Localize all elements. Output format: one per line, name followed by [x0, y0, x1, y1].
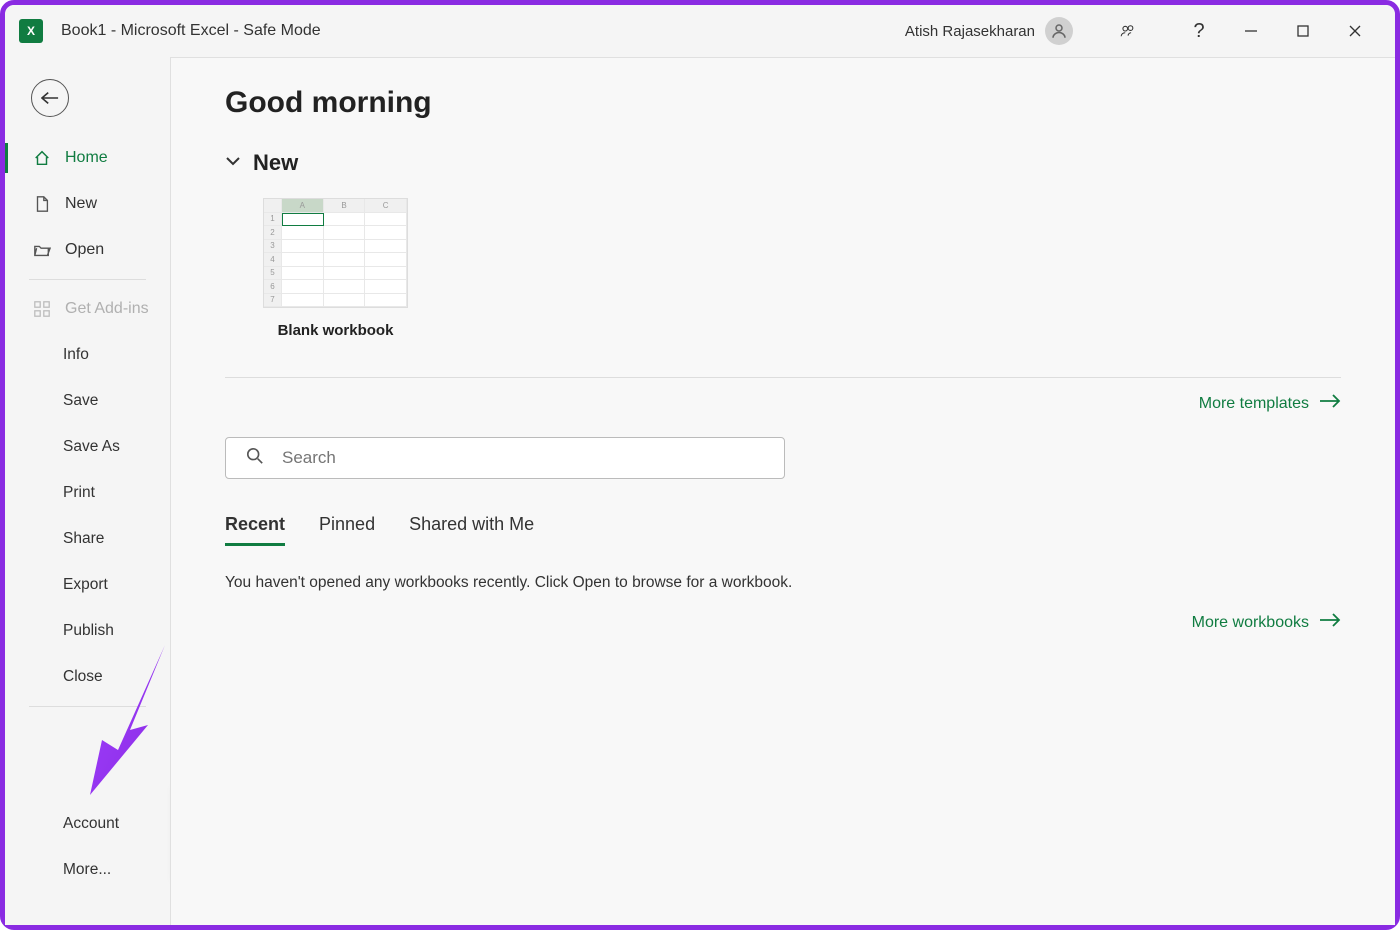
search-icon [246, 447, 282, 470]
addins-icon [33, 300, 51, 318]
home-icon [33, 149, 51, 167]
greeting-heading: Good morning [225, 86, 1341, 120]
sidebar-item-label: Export [63, 576, 108, 594]
search-box[interactable] [225, 437, 785, 479]
chevron-down-icon [225, 154, 241, 172]
template-label: Blank workbook [263, 322, 408, 339]
sidebar-item-label: Open [65, 241, 104, 259]
sidebar-item-open[interactable]: Open [5, 227, 170, 273]
sidebar-item-label: Home [65, 149, 108, 167]
divider [225, 377, 1341, 378]
sidebar-item-label: Get Add-ins [65, 300, 149, 318]
sidebar-item-print[interactable]: Print [5, 470, 170, 516]
search-input[interactable] [282, 448, 764, 468]
sidebar-item-label: Print [63, 484, 95, 502]
divider [29, 706, 146, 707]
sidebar-item-share[interactable]: Share [5, 516, 170, 562]
sidebar-item-publish[interactable]: Publish [5, 608, 170, 654]
empty-message: You haven't opened any workbooks recentl… [225, 574, 1341, 592]
divider [29, 279, 146, 280]
sidebar-item-save[interactable]: Save [5, 378, 170, 424]
sidebar-item-new[interactable]: New [5, 181, 170, 227]
template-thumbnail: ABC 1 2 3 4 5 6 7 [263, 198, 408, 308]
sidebar-item-info[interactable]: Info [5, 332, 170, 378]
sidebar-item-close[interactable]: Close [5, 654, 170, 700]
tab-label: Recent [225, 514, 285, 534]
sidebar-item-save-as[interactable]: Save As [5, 424, 170, 470]
more-workbooks-link[interactable]: More workbooks [1192, 613, 1341, 632]
help-button[interactable]: ? [1173, 15, 1225, 47]
link-label: More templates [1199, 395, 1309, 413]
coming-soon-icon[interactable] [1101, 15, 1153, 47]
sidebar-item-label: New [65, 195, 97, 213]
window-title: Book1 - Microsoft Excel - Safe Mode [61, 22, 321, 40]
folder-open-icon [33, 241, 51, 259]
main-panel: Good morning New ABC 1 2 3 4 5 6 [170, 57, 1395, 925]
tab-label: Shared with Me [409, 514, 534, 534]
new-section-header[interactable]: New [225, 150, 1341, 176]
sidebar-item-label: Share [63, 530, 104, 548]
tab-pinned[interactable]: Pinned [319, 514, 375, 546]
document-icon [33, 195, 51, 213]
sidebar-item-home[interactable]: Home [5, 135, 170, 181]
sidebar-item-label: Save As [63, 438, 120, 456]
titlebar: X Book1 - Microsoft Excel - Safe Mode At… [5, 5, 1395, 57]
minimize-button[interactable] [1225, 15, 1277, 47]
user-avatar[interactable] [1045, 17, 1073, 45]
sidebar-item-more[interactable]: More... [5, 847, 170, 893]
tab-recent[interactable]: Recent [225, 514, 285, 546]
sidebar: Home New Open Get Add-ins Info Save Save… [5, 57, 170, 925]
tabs: Recent Pinned Shared with Me [225, 514, 1341, 546]
sidebar-item-get-addins: Get Add-ins [5, 286, 170, 332]
sidebar-item-label: More... [63, 861, 111, 879]
close-button[interactable] [1329, 15, 1381, 47]
more-templates-link[interactable]: More templates [225, 394, 1341, 413]
sidebar-item-export[interactable]: Export [5, 562, 170, 608]
sidebar-item-account[interactable]: Account [5, 801, 170, 847]
back-button[interactable] [31, 79, 69, 117]
sidebar-item-label: Publish [63, 622, 114, 640]
maximize-button[interactable] [1277, 15, 1329, 47]
sidebar-item-label: Account [63, 815, 119, 833]
arrow-right-icon [1319, 394, 1341, 413]
sidebar-item-label: Close [63, 668, 103, 686]
link-label: More workbooks [1192, 614, 1309, 632]
sidebar-item-label: Info [63, 346, 89, 364]
blank-workbook-template[interactable]: ABC 1 2 3 4 5 6 7 Blank workbook [263, 198, 408, 339]
sidebar-item-label: Save [63, 392, 98, 410]
arrow-right-icon [1319, 613, 1341, 632]
section-title: New [253, 150, 298, 176]
tab-label: Pinned [319, 514, 375, 534]
user-name[interactable]: Atish Rajasekharan [905, 23, 1035, 40]
excel-app-icon: X [19, 19, 43, 43]
tab-shared[interactable]: Shared with Me [409, 514, 534, 546]
